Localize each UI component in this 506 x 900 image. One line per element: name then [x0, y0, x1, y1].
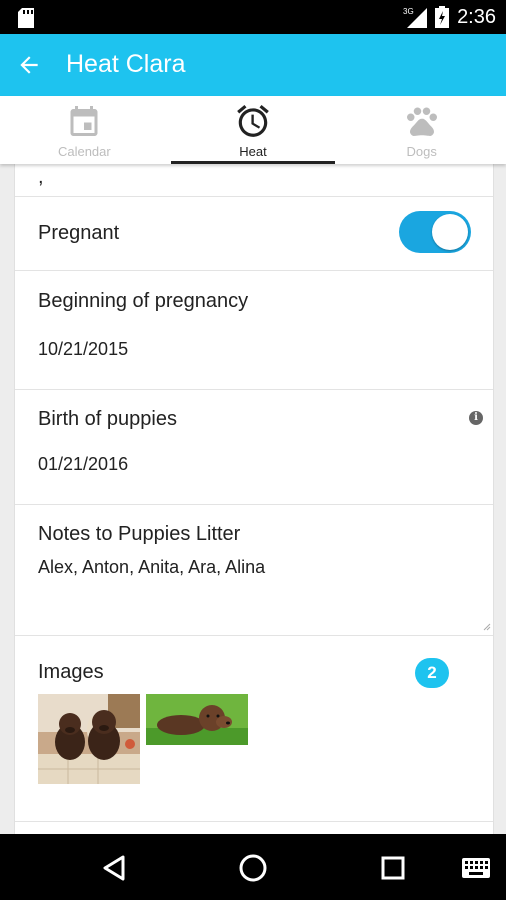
battery-icon [435, 6, 450, 28]
puppies-photo [38, 694, 140, 784]
keyboard-button[interactable] [454, 846, 498, 890]
images-label: Images [38, 661, 104, 683]
app-bar: Heat Clara [0, 34, 506, 96]
back-button[interactable] [6, 42, 52, 88]
pregnancy-start-label: Beginning of pregnancy [38, 290, 249, 312]
nav-back-button[interactable] [92, 846, 136, 890]
birth-row[interactable]: Birth of puppies i 01/21/2016 [15, 390, 493, 505]
pregnancy-start-date[interactable]: 10/21/2015 [38, 339, 128, 360]
sd-card-icon [18, 8, 34, 28]
tab-heat[interactable]: Heat [169, 96, 338, 164]
puppy-on-grass-photo [146, 694, 248, 745]
arrow-back-icon [20, 56, 38, 74]
system-nav-bar [0, 834, 506, 900]
notes-row[interactable]: Notes to Puppies Litter Alex, Anton, Ani… [15, 505, 493, 636]
square-recents-icon [381, 856, 405, 880]
status-bar: 3G 2:36 [0, 0, 506, 34]
tab-bar: Calendar Heat Dogs [0, 96, 506, 164]
notes-field[interactable]: Alex, Anton, Anita, Ara, Alina [38, 557, 265, 578]
notes-label: Notes to Puppies Litter [38, 523, 241, 545]
info-icon[interactable]: i [469, 411, 483, 425]
calendar-icon [70, 106, 98, 136]
birth-date[interactable]: 01/21/2016 [38, 454, 128, 475]
nav-recents-button[interactable] [371, 846, 415, 890]
heat-form: , Pregnant Beginning of pregnancy 10/21/… [14, 164, 494, 834]
resize-handle-icon[interactable] [481, 621, 491, 631]
tab-dogs[interactable]: Dogs [337, 96, 506, 164]
form-row-next [15, 822, 493, 834]
page-title: Heat Clara [66, 50, 186, 78]
images-row: Images 2 [15, 636, 493, 822]
pregnant-label: Pregnant [38, 222, 120, 244]
circle-home-icon [239, 854, 267, 882]
tab-calendar-label: Calendar [57, 144, 111, 159]
alarm-clock-icon [237, 104, 269, 137]
network-type: 3G [403, 7, 414, 16]
tab-heat-label: Heat [239, 144, 267, 159]
form-row-previous: , [15, 164, 493, 197]
keyboard-icon [462, 858, 490, 878]
birth-label: Birth of puppies [38, 408, 177, 430]
pregnancy-start-row[interactable]: Beginning of pregnancy 10/21/2015 [15, 271, 493, 390]
tab-calendar[interactable]: Calendar [0, 96, 169, 164]
images-count-badge: 2 [415, 658, 449, 688]
image-thumbnail[interactable] [146, 694, 248, 745]
tab-dogs-label: Dogs [406, 144, 437, 159]
pregnant-row[interactable]: Pregnant [15, 197, 493, 271]
triangle-back-icon [103, 855, 125, 881]
image-thumbnail[interactable] [38, 694, 140, 784]
pregnant-toggle[interactable] [399, 211, 471, 253]
signal-icon: 3G [403, 7, 428, 28]
clock: 2:36 [457, 5, 496, 28]
nav-home-button[interactable] [231, 846, 275, 890]
paw-icon [406, 107, 437, 137]
